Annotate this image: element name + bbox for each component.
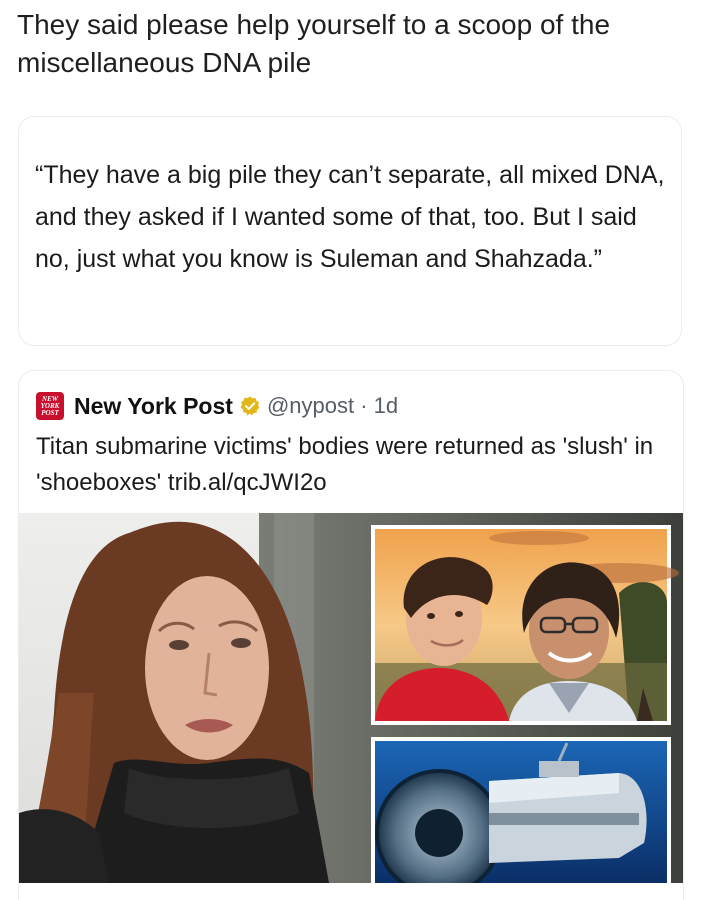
- nypost-avatar[interactable]: NEW YORK POST: [36, 392, 64, 420]
- quoted-tweet-card[interactable]: NEW YORK POST New York Post @nypost · 1d…: [18, 370, 684, 900]
- tweet-media[interactable]: [19, 513, 683, 883]
- meme-caption: They said please help yourself to a scoo…: [17, 9, 611, 78]
- tweet-text: Titan submarine victims' bodies were ret…: [36, 433, 654, 496]
- tweet-header: NEW YORK POST New York Post @nypost · 1d: [36, 389, 398, 423]
- screenshot-page: They said please help yourself to a scoo…: [0, 0, 701, 900]
- quote-text: “They have a big pile they can’t separat…: [35, 161, 665, 273]
- author-name[interactable]: New York Post: [74, 393, 233, 420]
- tweet-media-image: [19, 513, 683, 883]
- verified-badge-icon: [240, 396, 260, 416]
- quote-card: “They have a big pile they can’t separat…: [18, 116, 682, 346]
- avatar-line-3: POST: [41, 408, 59, 417]
- handle-and-time[interactable]: @nypost · 1d: [267, 393, 398, 419]
